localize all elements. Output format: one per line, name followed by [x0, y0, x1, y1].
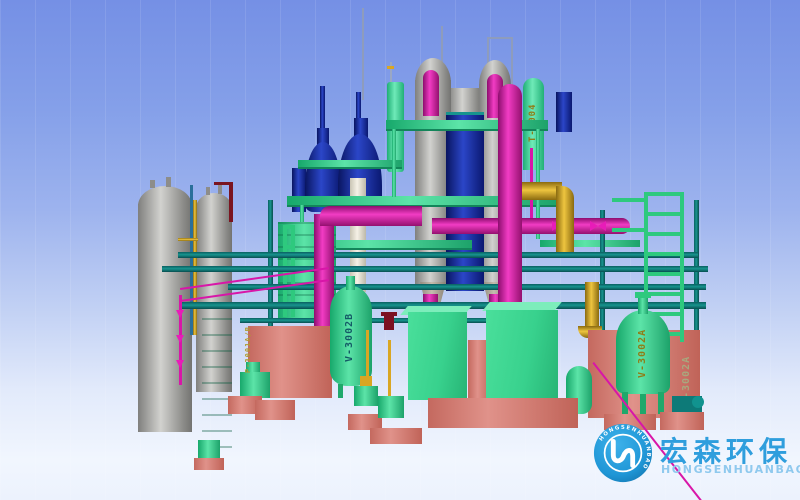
valve-arrow: [598, 221, 606, 231]
flow-arrow: [176, 310, 184, 318]
gold-pipe-vertical: [556, 186, 574, 252]
vessel-v3002b-label: V-3002B: [344, 296, 355, 378]
platform-deck: [386, 120, 548, 131]
frame-stub: [612, 198, 648, 202]
tank-nozzle: [206, 187, 210, 195]
segmented-column: [202, 318, 232, 454]
pump-left-label: P-3001A/B: [244, 324, 252, 376]
gold-pipe-vertical: [585, 282, 599, 332]
dark-red-pipe: [229, 182, 233, 222]
foundation-front: [428, 398, 578, 428]
valve-handwheel: [381, 312, 397, 316]
box-tank-2: [486, 310, 558, 402]
vessel-nozzle-cap: [635, 292, 651, 298]
platform-deck: [298, 160, 402, 169]
box-tank-1: [408, 312, 467, 400]
teal-pipe: [178, 252, 698, 258]
teal-pipe: [162, 266, 708, 272]
magenta-inner-pipe: [423, 70, 439, 116]
pump-plinth: [370, 428, 422, 444]
tank-nozzle: [150, 180, 155, 188]
tank-nozzle: [218, 185, 222, 194]
tank-nozzle: [166, 177, 171, 187]
pump-center: [378, 396, 404, 418]
platform-deck: [540, 240, 640, 247]
platform-post: [392, 129, 396, 197]
vessel-nozzle: [346, 276, 355, 290]
valve-maroon: [384, 316, 394, 330]
pump-plinth: [660, 412, 704, 430]
company-logo-seal: HONGSENHUANBAO: [592, 422, 654, 484]
vessel-v3002a-label: V-3002A: [637, 318, 648, 388]
magenta-pipe-tall: [498, 84, 522, 318]
dark-red-pipe: [214, 182, 233, 185]
pump-plinth: [194, 458, 224, 470]
pump-plinth: [255, 400, 295, 420]
magenta-pipe-header: [320, 206, 422, 226]
riser-pipe: [362, 8, 364, 100]
pump-motor: [692, 396, 704, 408]
flow-arrow: [176, 360, 184, 368]
plant-3d-render: T-3004: [0, 0, 800, 500]
riser-pipe: [487, 37, 513, 39]
vessel-leg: [338, 384, 343, 398]
gold-tick: [387, 66, 394, 69]
valve-arrow: [590, 221, 598, 231]
gold-pipe: [178, 238, 198, 241]
pump-center: [354, 386, 378, 406]
pump-motor: [360, 376, 372, 386]
blue-block: [556, 92, 572, 132]
riser-pipe: [511, 37, 513, 89]
flow-arrow: [176, 335, 184, 343]
logo-name-en: HONGSENHUANBAO: [661, 463, 800, 476]
vessel-nozzle: [638, 296, 648, 314]
pump-small: [198, 440, 220, 458]
vessel-leg: [658, 392, 664, 414]
frame-stub: [612, 228, 648, 232]
